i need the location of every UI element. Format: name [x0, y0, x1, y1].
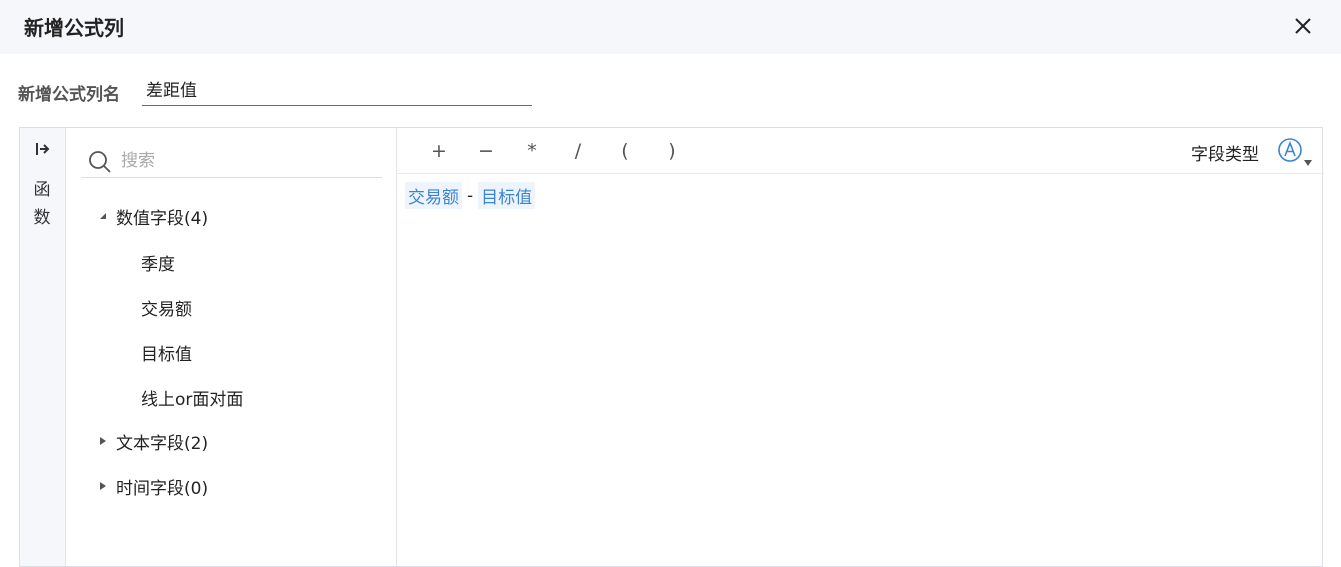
minus-button[interactable]: − — [471, 138, 501, 164]
function-tab[interactable]: 函 数 — [32, 176, 52, 232]
search-icon — [89, 151, 111, 173]
field-group-time[interactable]: 时间字段(0) — [96, 472, 208, 500]
function-strip: 函 数 — [20, 128, 66, 566]
field-type-label: 字段类型 — [1191, 145, 1259, 165]
function-tab-label-1: 函 — [33, 180, 51, 200]
left-paren-button[interactable]: ( — [610, 138, 640, 164]
search-input[interactable] — [121, 148, 371, 174]
caret-down-icon — [100, 213, 106, 219]
field-item[interactable]: 季度 — [141, 250, 175, 275]
search-box — [81, 142, 382, 178]
formula-panel: 函 数 数值字段(4) 季度 交易额 目标值 线上or面对面 文本字段(2) — [19, 127, 1324, 567]
field-group-text[interactable]: 文本字段(2) — [96, 427, 208, 455]
function-tab-label-2: 数 — [33, 208, 51, 228]
formula-field-token[interactable]: 交易额 — [405, 182, 462, 209]
column-name-label: 新增公式列名 — [18, 85, 120, 105]
formula-operator: - — [467, 185, 474, 206]
right-paren-button[interactable]: ) — [657, 138, 687, 164]
caret-right-icon — [100, 437, 106, 445]
divide-button[interactable]: / — [563, 138, 593, 164]
field-item[interactable]: 交易额 — [141, 295, 192, 320]
field-item[interactable]: 目标值 — [141, 340, 192, 365]
field-group-numeric[interactable]: 数值字段(4) — [96, 202, 208, 230]
field-group-label: 文本字段(2) — [116, 433, 209, 454]
multiply-button[interactable]: * — [517, 138, 547, 164]
operator-toolbar: + − * / ( ) 字段类型 — [397, 128, 1324, 174]
formula-editor: + − * / ( ) 字段类型 交易额 - 目标值 — [397, 128, 1324, 566]
field-item[interactable]: 线上or面对面 — [141, 385, 243, 410]
formula-field-token[interactable]: 目标值 — [478, 182, 536, 209]
expand-arrow-icon[interactable] — [34, 140, 52, 158]
dialog-title: 新增公式列 — [24, 16, 124, 40]
column-name-input[interactable] — [142, 72, 532, 106]
field-group-label: 时间字段(0) — [116, 478, 209, 499]
text-type-icon[interactable] — [1277, 137, 1303, 163]
caret-right-icon — [100, 482, 106, 490]
formula-expression[interactable]: 交易额 - 目标值 — [405, 182, 536, 209]
close-icon[interactable] — [1291, 14, 1315, 38]
field-list-panel: 数值字段(4) 季度 交易额 目标值 线上or面对面 文本字段(2) 时间字段(… — [66, 128, 397, 566]
plus-button[interactable]: + — [424, 138, 454, 164]
dialog-header: 新增公式列 — [0, 0, 1341, 54]
dropdown-caret-icon[interactable] — [1304, 160, 1312, 166]
field-group-label: 数值字段(4) — [116, 208, 209, 229]
